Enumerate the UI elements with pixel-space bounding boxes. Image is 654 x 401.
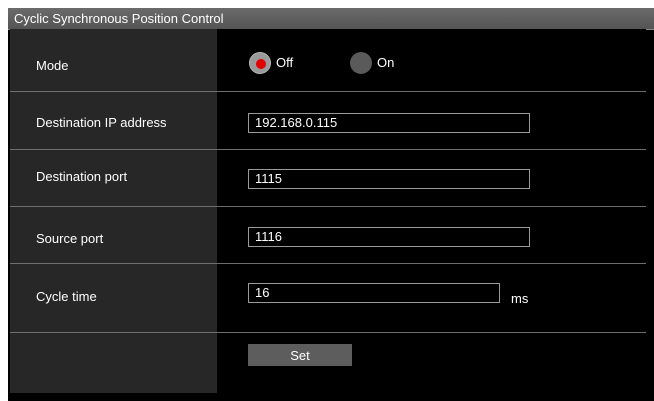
row-divider-destination-port bbox=[10, 206, 646, 207]
value-column bbox=[217, 29, 646, 393]
destination-port-input[interactable]: 1115 bbox=[248, 169, 530, 189]
row-divider-destination-ip bbox=[10, 149, 646, 150]
panel-title: Cyclic Synchronous Position Control bbox=[8, 8, 654, 30]
mode-label: Mode bbox=[36, 58, 69, 73]
label-column bbox=[10, 29, 217, 393]
source-port-label: Source port bbox=[36, 231, 104, 246]
mode-off-label[interactable]: Off bbox=[276, 55, 293, 70]
mode-on-radio[interactable] bbox=[350, 52, 372, 74]
set-button[interactable]: Set bbox=[248, 344, 352, 366]
cycle-time-unit: ms bbox=[511, 291, 529, 306]
destination-ip-input[interactable]: 192.168.0.115 bbox=[248, 113, 530, 133]
mode-on-label[interactable]: On bbox=[377, 55, 394, 70]
row-divider-mode bbox=[10, 91, 646, 92]
destination-ip-label: Destination IP address bbox=[36, 115, 167, 130]
row-divider-cycle-time bbox=[10, 332, 646, 333]
cycle-time-label: Cycle time bbox=[36, 289, 97, 304]
cycle-time-input[interactable]: 16 bbox=[248, 283, 500, 303]
row-divider-source-port bbox=[10, 263, 646, 264]
mode-off-radio[interactable] bbox=[249, 52, 271, 74]
source-port-input[interactable]: 1116 bbox=[248, 227, 530, 247]
destination-port-label: Destination port bbox=[36, 169, 128, 184]
